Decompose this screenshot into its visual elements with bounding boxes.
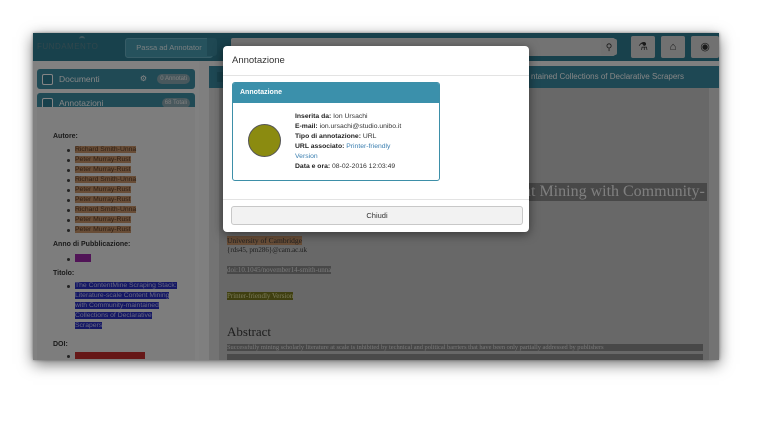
annotation-color-swatch — [248, 124, 281, 157]
modal-footer-divider — [223, 199, 529, 200]
annotation-card: Annotazione Inserita da: Ion Ursachi E-m… — [232, 82, 440, 181]
app-screenshot: FUNDAMENTO Passa ad Annotator ⚲ ⚗ ⌂ ◉ Do… — [33, 33, 719, 360]
modal-title: Annotazione — [232, 55, 285, 66]
annotation-card-header: Annotazione — [233, 83, 439, 103]
annotation-modal: Annotazione Annotazione Inserita da: Ion… — [223, 46, 529, 232]
modal-divider — [223, 75, 529, 76]
date-row: Data e ora: 08-02-2016 12:03:49 — [295, 163, 396, 170]
url-row-cont: Version — [295, 152, 318, 162]
associated-url-link[interactable]: Printer-friendly — [346, 143, 390, 150]
email-row: E-mail: ion.ursachi@studio.unibo.it — [295, 123, 402, 130]
url-row: URL associato: Printer-friendly — [295, 143, 391, 150]
associated-url-link-cont[interactable]: Version — [295, 153, 318, 160]
close-button[interactable]: Chiudi — [231, 206, 523, 225]
inserted-by-row: Inserita da: Ion Ursachi — [295, 113, 368, 120]
annotation-type-row: Tipo di annotazione: URL — [295, 133, 377, 140]
